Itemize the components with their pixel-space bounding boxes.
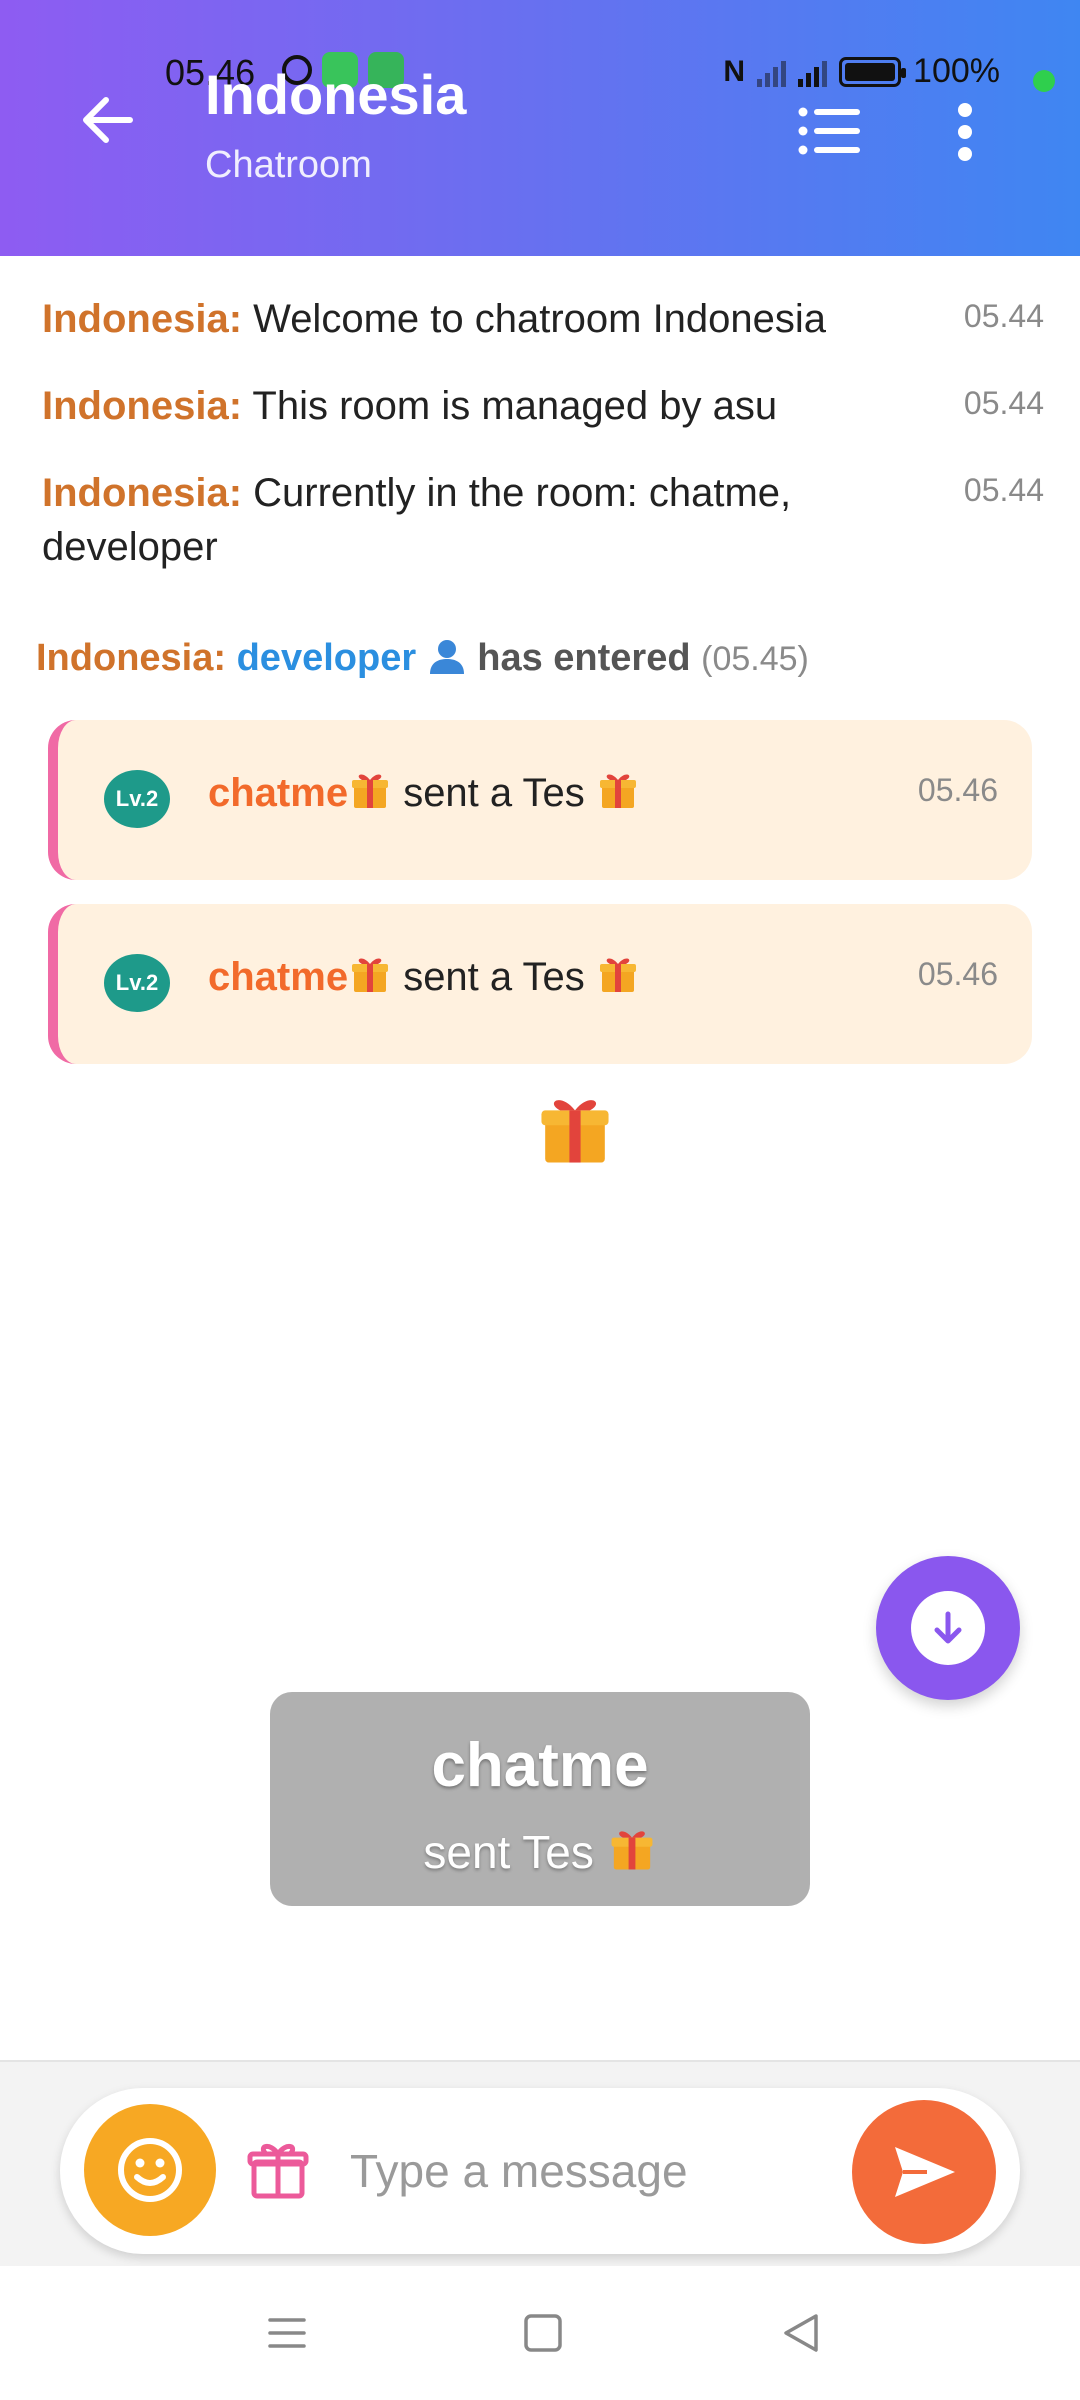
system-message: Indonesia: This room is managed by asu [42, 379, 1042, 433]
gift-action: sent a Tes [403, 955, 585, 999]
gift-icon [599, 774, 636, 808]
toast-sender: chatme [431, 1731, 649, 1800]
gift-sender[interactable]: chatme [208, 955, 348, 999]
message-sender: Indonesia: [42, 384, 243, 428]
entered-time: (05.45) [701, 640, 809, 678]
more-options-icon[interactable] [950, 102, 980, 162]
room-title: Indonesia [205, 63, 467, 126]
scroll-to-bottom-button[interactable] [876, 1556, 1020, 1700]
back-arrow-icon[interactable] [78, 90, 138, 150]
chat-header: 05.46 N 100% Indonesia Chatroom [0, 0, 1080, 256]
level-badge: Lv.2 [104, 770, 170, 828]
gift-icon [599, 958, 636, 992]
entered-username[interactable]: developer [237, 637, 417, 679]
gift-message-card: Lv.2 chatme sent a Tes 05.46 [48, 904, 1032, 1064]
room-subtitle: Chatroom [205, 144, 372, 186]
status-system-icons: N 100% [723, 52, 1000, 91]
entered-action: has entered [477, 637, 691, 679]
recent-apps-icon[interactable] [262, 2308, 312, 2358]
member-list-icon[interactable] [798, 106, 860, 156]
gift-icon [352, 958, 389, 992]
back-nav-icon[interactable] [776, 2308, 826, 2358]
nfc-icon: N [723, 54, 746, 88]
battery-percent: 100% [913, 52, 1000, 90]
battery-icon [839, 56, 907, 87]
system-navigation-bar [0, 2266, 1080, 2400]
composer-bar [60, 2088, 1020, 2254]
status-bar: 05.46 N 100% [0, 40, 1080, 100]
message-text: Welcome to chatroom Indonesia [253, 297, 827, 341]
gift-action: sent a Tes [403, 771, 585, 815]
send-button[interactable] [852, 2100, 996, 2244]
message-text: This room is managed by asu [252, 384, 778, 428]
home-icon[interactable] [518, 2308, 568, 2358]
emoji-button[interactable] [84, 2104, 216, 2236]
gift-icon [352, 774, 389, 808]
signal-1-icon [757, 57, 787, 87]
entered-sender: Indonesia: [36, 637, 227, 679]
user-icon [429, 640, 464, 674]
message-sender: Indonesia: [42, 297, 243, 341]
gift-time: 05.46 [917, 772, 998, 808]
signal-4g-icon [798, 57, 828, 87]
level-badge: Lv.2 [104, 954, 170, 1012]
gift-toast: chatme sent Tes [270, 1692, 810, 1906]
user-entered-notice: Indonesia: developer has entered (05.45) [36, 636, 809, 680]
gift-time: 05.46 [917, 956, 998, 992]
floating-gift-icon [541, 1100, 609, 1163]
message-time: 05.44 [963, 385, 1044, 421]
send-icon [895, 2147, 955, 2197]
message-sender: Indonesia: [42, 471, 243, 515]
arrow-down-icon [911, 1591, 985, 1665]
gift-button-icon[interactable] [246, 2138, 310, 2202]
system-message: Indonesia: Welcome to chatroom Indonesia [42, 292, 1042, 346]
gift-sender[interactable]: chatme [208, 771, 348, 815]
privacy-indicator-dot [1033, 70, 1055, 92]
smiley-icon [118, 2138, 182, 2202]
gift-message-card: Lv.2 chatme sent a Tes 05.46 [48, 720, 1032, 880]
gift-icon [611, 1831, 653, 1870]
gift-message-text: chatme sent a Tes [208, 952, 640, 1000]
composer-area [0, 2060, 1080, 2266]
toast-text: sent Tes [270, 1824, 810, 1879]
system-message: Indonesia: Currently in the room: chatme… [42, 466, 842, 574]
message-input[interactable] [350, 2128, 870, 2214]
message-time: 05.44 [963, 472, 1044, 508]
message-time: 05.44 [963, 298, 1044, 334]
gift-message-text: chatme sent a Tes [208, 768, 640, 816]
toast-action: sent Tes [423, 1826, 594, 1878]
